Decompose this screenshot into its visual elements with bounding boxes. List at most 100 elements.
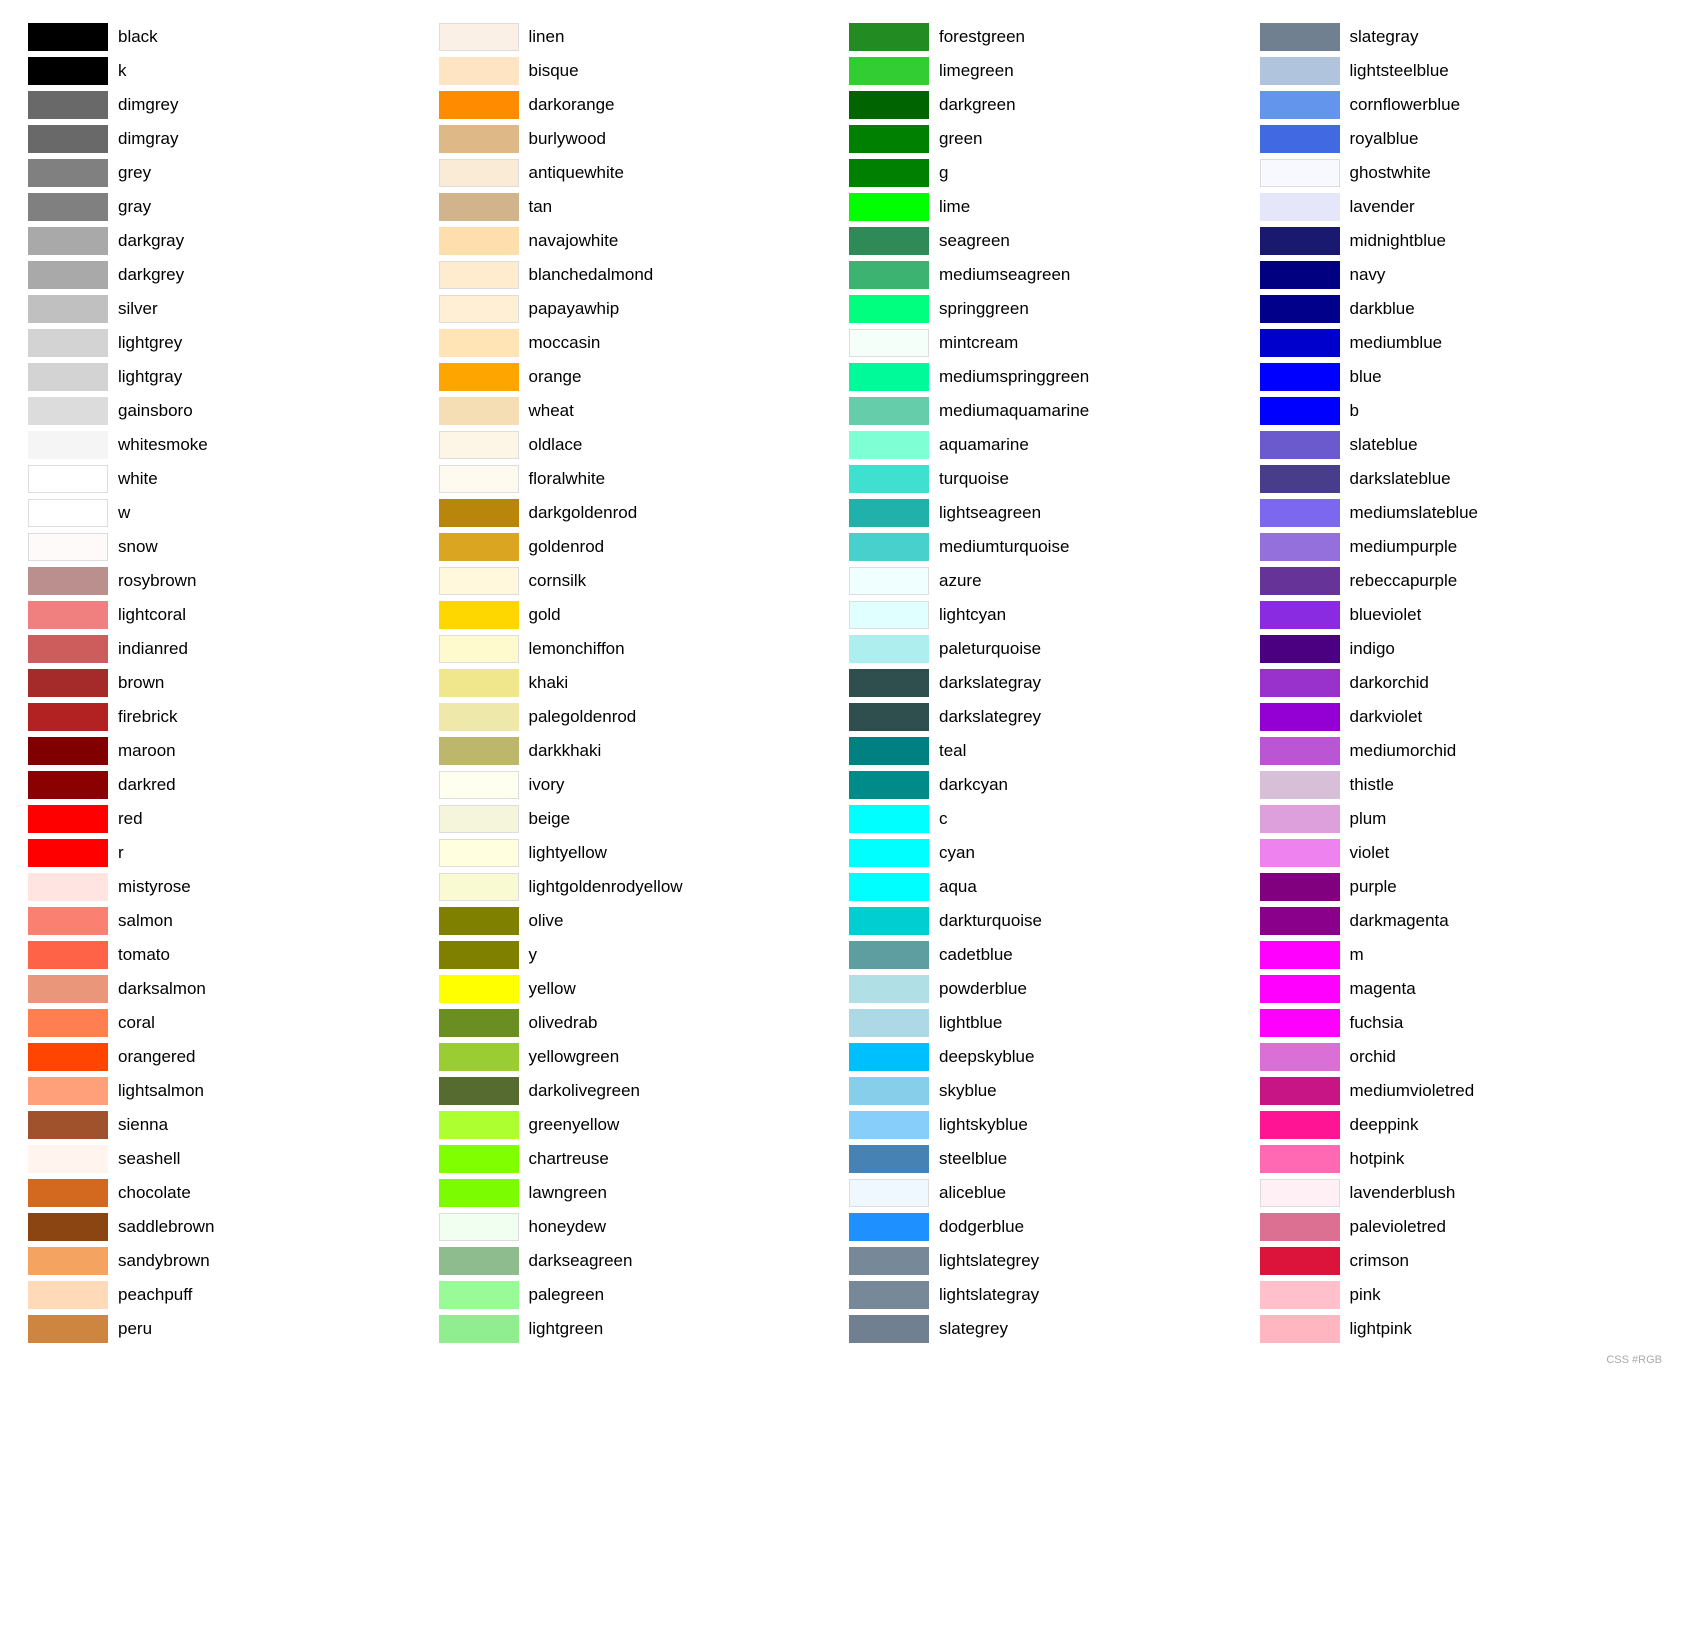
color-name-label: silver <box>118 299 158 319</box>
color-name-label: lightslategrey <box>939 1251 1039 1271</box>
color-name-label: mintcream <box>939 333 1018 353</box>
color-name-label: honeydew <box>529 1217 607 1237</box>
color-name-label: blue <box>1350 367 1382 387</box>
color-swatch <box>1260 1281 1340 1309</box>
color-row: mediumpurple <box>1252 530 1663 564</box>
color-row: powderblue <box>841 972 1252 1006</box>
color-row: mediumorchid <box>1252 734 1663 768</box>
color-name-label: antiquewhite <box>529 163 624 183</box>
color-swatch <box>28 1145 108 1173</box>
color-swatch <box>28 125 108 153</box>
color-name-label: chocolate <box>118 1183 191 1203</box>
color-row: beige <box>431 802 842 836</box>
color-name-label: darkslategrey <box>939 707 1041 727</box>
color-row: sienna <box>20 1108 431 1142</box>
color-swatch <box>439 1247 519 1275</box>
color-row: lime <box>841 190 1252 224</box>
color-row: burlywood <box>431 122 842 156</box>
color-swatch <box>439 295 519 323</box>
color-swatch <box>1260 1179 1340 1207</box>
color-name-label: darkcyan <box>939 775 1008 795</box>
color-swatch <box>849 1009 929 1037</box>
color-name-label: seashell <box>118 1149 180 1169</box>
color-name-label: darkgoldenrod <box>529 503 638 523</box>
color-swatch <box>439 91 519 119</box>
color-name-label: moccasin <box>529 333 601 353</box>
color-name-label: darkslategray <box>939 673 1041 693</box>
color-name-label: darkolivegreen <box>529 1081 641 1101</box>
color-swatch <box>849 1043 929 1071</box>
color-swatch <box>1260 125 1340 153</box>
color-name-label: c <box>939 809 948 829</box>
color-swatch <box>849 193 929 221</box>
color-row: blue <box>1252 360 1663 394</box>
color-swatch <box>849 1213 929 1241</box>
color-swatch <box>849 159 929 187</box>
color-swatch <box>28 839 108 867</box>
color-row: whitesmoke <box>20 428 431 462</box>
color-swatch <box>849 873 929 901</box>
color-swatch <box>1260 397 1340 425</box>
color-swatch <box>849 941 929 969</box>
color-name-label: salmon <box>118 911 173 931</box>
color-swatch <box>28 1315 108 1343</box>
color-swatch <box>849 57 929 85</box>
color-row: olive <box>431 904 842 938</box>
watermark: CSS #RGB <box>20 1354 1662 1366</box>
color-row: dimgray <box>20 122 431 156</box>
color-swatch <box>1260 601 1340 629</box>
color-name-label: darkorange <box>529 95 615 115</box>
color-swatch <box>1260 771 1340 799</box>
color-name-label: saddlebrown <box>118 1217 214 1237</box>
color-name-label: lightsteelblue <box>1350 61 1449 81</box>
color-swatch <box>849 533 929 561</box>
color-row: fuchsia <box>1252 1006 1663 1040</box>
color-name-label: darkmagenta <box>1350 911 1449 931</box>
color-swatch <box>849 465 929 493</box>
color-swatch <box>439 703 519 731</box>
color-row: navy <box>1252 258 1663 292</box>
color-row: mediumvioletred <box>1252 1074 1663 1108</box>
color-row: lightcoral <box>20 598 431 632</box>
color-name-label: lime <box>939 197 970 217</box>
color-name-label: lightblue <box>939 1013 1002 1033</box>
color-swatch <box>849 1315 929 1343</box>
color-row: lightgray <box>20 360 431 394</box>
color-row: lightpink <box>1252 1312 1663 1346</box>
color-name-label: darkgray <box>118 231 184 251</box>
color-row: saddlebrown <box>20 1210 431 1244</box>
color-name-label: chartreuse <box>529 1149 609 1169</box>
color-row: limegreen <box>841 54 1252 88</box>
color-row: lightgrey <box>20 326 431 360</box>
color-swatch <box>1260 1043 1340 1071</box>
color-swatch <box>439 805 519 833</box>
color-swatch <box>439 397 519 425</box>
color-row: darkseagreen <box>431 1244 842 1278</box>
color-swatch <box>28 261 108 289</box>
color-swatch <box>1260 1111 1340 1139</box>
color-name-label: springgreen <box>939 299 1029 319</box>
color-name-label: sandybrown <box>118 1251 210 1271</box>
color-swatch <box>1260 1145 1340 1173</box>
color-name-label: cornflowerblue <box>1350 95 1461 115</box>
color-swatch <box>439 873 519 901</box>
color-swatch <box>849 227 929 255</box>
color-swatch <box>849 567 929 595</box>
color-row: y <box>431 938 842 972</box>
color-swatch <box>28 91 108 119</box>
color-name-label: purple <box>1350 877 1397 897</box>
color-row: mediumturquoise <box>841 530 1252 564</box>
color-name-label: lightgreen <box>529 1319 604 1339</box>
color-swatch <box>1260 329 1340 357</box>
color-row: thistle <box>1252 768 1663 802</box>
color-name-label: lightpink <box>1350 1319 1412 1339</box>
color-swatch <box>849 839 929 867</box>
color-row: olivedrab <box>431 1006 842 1040</box>
color-swatch <box>439 1111 519 1139</box>
color-name-label: tan <box>529 197 553 217</box>
color-name-label: lightgrey <box>118 333 182 353</box>
color-name-label: orchid <box>1350 1047 1396 1067</box>
color-swatch <box>1260 805 1340 833</box>
color-name-label: lightcoral <box>118 605 186 625</box>
color-swatch <box>849 431 929 459</box>
